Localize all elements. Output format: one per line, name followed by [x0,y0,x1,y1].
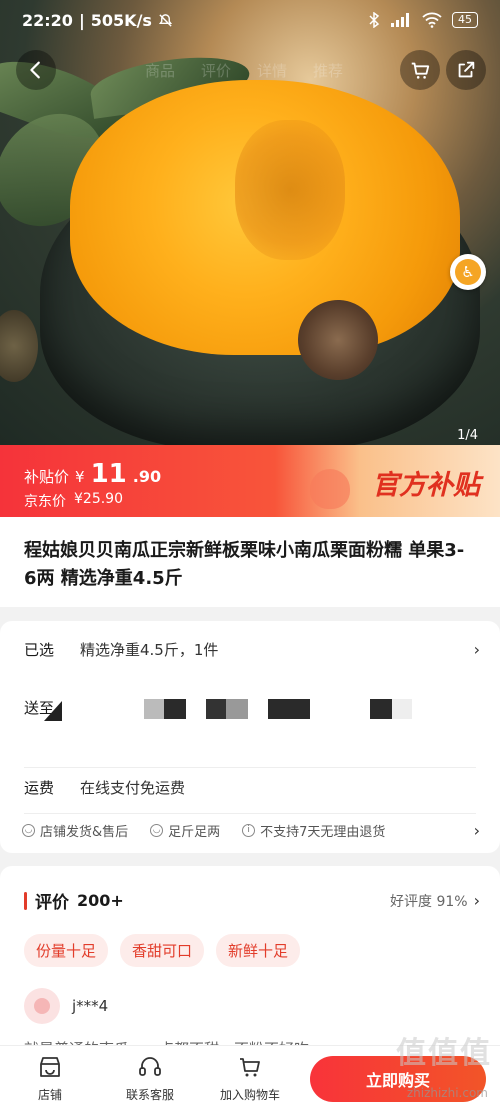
official-subsidy-tag: 官方补贴 [372,470,480,501]
shipping-key: 运费 [24,779,55,797]
status-time: 22:20 [22,10,73,30]
redaction-block [144,699,164,719]
share-button[interactable] [446,50,486,90]
watermark-url: zhizhizhi.com [406,1086,488,1100]
store-label: 店铺 [37,1088,62,1102]
add-to-cart-label: 加入购物车 [219,1088,280,1102]
review-header[interactable]: 评价 200+ 好评度 91% › [24,888,480,913]
selected-value: 精选净重4.5斤，1件 [80,641,219,659]
chevron-right-icon: › [473,821,480,840]
price-banner: 补贴价 ¥ 11 .90 京东价 ¥25.90 官方补贴 [0,445,500,517]
chevron-right-icon: › [473,640,480,659]
image-counter: 1/4 [457,428,478,443]
tab-product[interactable]: 商品 [145,60,175,81]
review-count: 200+ [77,891,124,910]
share-icon [458,61,475,78]
review-title: 评价 [35,893,69,913]
price-decimal: .90 [132,467,162,486]
review-tag[interactable]: 份量十足 [24,934,109,967]
pumpkin-flesh-crack [235,120,345,260]
price-integer: 11 [90,459,127,489]
jd-price-value: ¥25.90 [74,491,123,507]
service-label: 店铺发货&售后 [40,825,129,840]
info-icon: i [242,824,256,837]
product-title: 程姑娘贝贝南瓜正宗新鲜板栗味小南瓜栗面粉糯 单果3-6两 精选净重4.5斤 [24,540,465,589]
section-accent-bar [24,891,27,910]
review-tag[interactable]: 香甜可口 [120,934,205,967]
smile-icon: ◡ [22,824,35,837]
product-image-carousel[interactable]: 22:20 | 505K/s 45 商品 评价 详情 推荐 ♿ 1/4 [0,0,500,445]
reviewer: j***4 [24,988,108,1024]
store-icon [40,1057,60,1077]
signal-icon [391,13,409,27]
tab-review[interactable]: 评价 [201,60,231,81]
tab-detail[interactable]: 详情 [257,60,287,81]
service-item: ◡ 店铺发货&售后 [22,821,128,840]
divider [24,813,476,814]
money-bag-icon [310,469,350,509]
cart-button[interactable] [400,50,440,90]
redaction-block [392,699,412,719]
shipping-value: 在线支付免运费 [80,779,186,797]
reviewer-name: j***4 [72,997,109,1015]
cart-icon [411,62,430,79]
selection-card: 已选 精选净重4.5斤，1件 › 送至 运费 在线支付免运费 ◡ 店铺发货&售后 … [0,621,500,853]
divider [24,767,476,768]
jd-price-label: 京东价 [24,494,66,510]
service-label: 不支持7天无理由退货 [260,825,386,840]
positive-rating: 好评度 91% [390,893,468,910]
watermark-logo: 值值值 [396,1036,492,1071]
selected-spec-row[interactable]: 已选 精选净重4.5斤，1件 › [24,639,480,660]
tab-recommend[interactable]: 推荐 [313,60,343,81]
service-guarantee-row[interactable]: ◡ 店铺发货&售后 ◡ 足斤足两 i 不支持7天无理由退货 › [22,821,480,840]
redaction-block [206,699,226,719]
redaction-block [370,699,392,719]
avatar [24,988,60,1024]
redaction-block [164,699,186,719]
accessibility-icon: ♿ [455,259,481,285]
chestnut-decoration [0,310,38,382]
battery-indicator: 45 [452,12,478,28]
bluetooth-icon [369,12,380,28]
service-label: 足斤足两 [168,825,221,840]
redaction-block [268,699,310,719]
service-item: ◡ 足斤足两 [150,821,220,840]
back-button[interactable] [16,50,56,90]
accessibility-button[interactable]: ♿ [450,254,486,290]
product-title-card: 程姑娘贝贝南瓜正宗新鲜板栗味小南瓜栗面粉糯 单果3-6两 精选净重4.5斤 [0,517,500,607]
wifi-icon [422,12,442,28]
subsidy-price-label: 补贴价 [24,468,70,486]
shipping-row: 运费 在线支付免运费 [24,777,480,798]
smile-icon: ◡ [150,824,164,837]
customer-service-label: 联系客服 [125,1088,174,1102]
cart-icon [240,1058,260,1077]
currency-symbol: ¥ [75,468,85,486]
bell-off-icon [158,13,173,27]
redaction-block [226,699,248,719]
status-speed: 505K/s [90,10,152,30]
customer-service-button[interactable]: 联系客服 [110,1054,190,1103]
top-tabs: 商品 评价 详情 推荐 [145,60,343,81]
review-tag[interactable]: 新鲜十足 [216,934,301,967]
status-bar: 22:20 | 505K/s 45 [0,0,500,40]
chevron-left-icon [30,61,40,79]
store-button[interactable]: 店铺 [10,1054,90,1103]
service-item: i 不支持7天无理由退货 [242,821,385,840]
review-tags: 份量十足 香甜可口 新鲜十足 [24,934,301,967]
selected-key: 已选 [24,641,55,659]
headset-icon [139,1057,161,1076]
add-to-cart-button[interactable]: 加入购物车 [210,1054,290,1103]
chevron-right-icon: › [473,891,480,910]
